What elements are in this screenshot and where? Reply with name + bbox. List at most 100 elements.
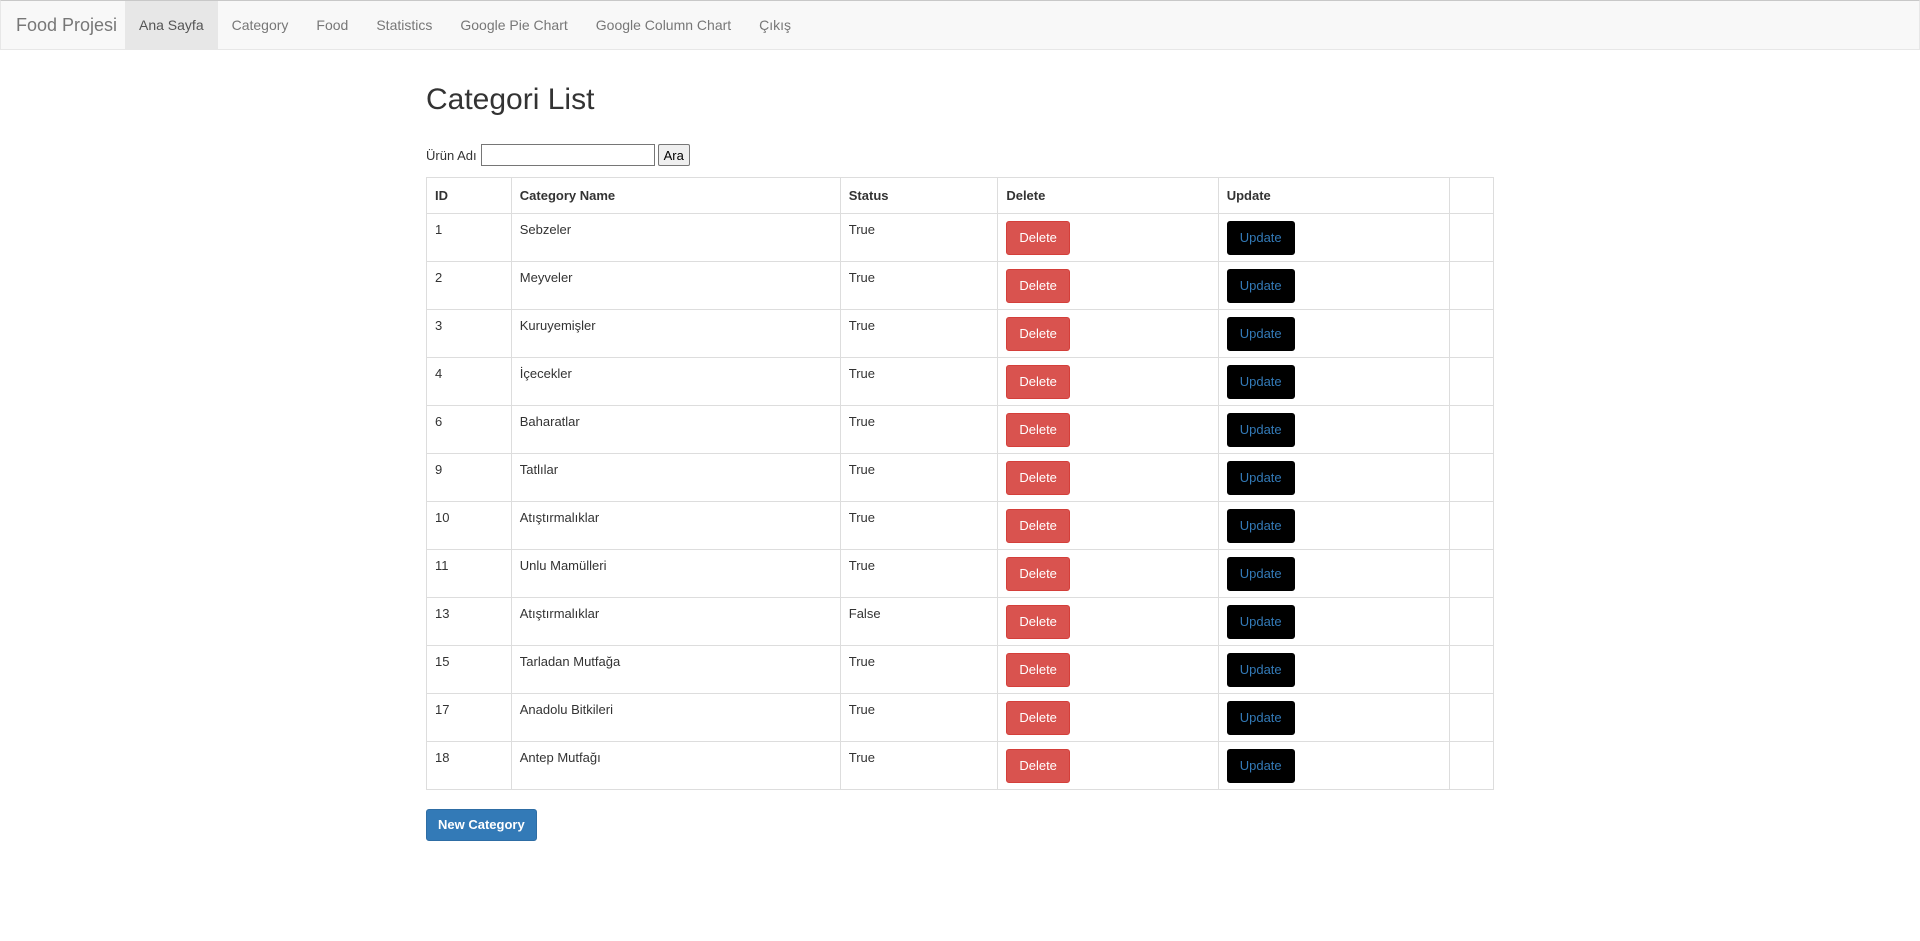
cell-update: Update bbox=[1217, 645, 1451, 694]
cell-id: 4 bbox=[426, 357, 512, 406]
cell-empty bbox=[1449, 501, 1494, 550]
cell-delete: Delete bbox=[997, 357, 1219, 406]
table-row: 1 Sebzeler True Delete Update bbox=[426, 213, 1494, 262]
cell-empty bbox=[1449, 309, 1494, 358]
search-label: Ürün Adı bbox=[426, 147, 477, 163]
delete-button[interactable]: Delete bbox=[1006, 269, 1070, 303]
update-button[interactable]: Update bbox=[1226, 509, 1295, 543]
cell-id: 11 bbox=[426, 549, 512, 598]
header-id: ID bbox=[426, 177, 512, 214]
nav-item-google-column-chart[interactable]: Google Column Chart bbox=[582, 1, 745, 49]
cell-update: Update bbox=[1217, 213, 1451, 262]
cell-delete: Delete bbox=[997, 645, 1219, 694]
header-update: Update bbox=[1217, 177, 1451, 214]
cell-delete: Delete bbox=[997, 213, 1219, 262]
cell-update: Update bbox=[1217, 549, 1451, 598]
cell-id: 9 bbox=[426, 453, 512, 502]
cell-status: False bbox=[839, 597, 999, 646]
cell-id: 17 bbox=[426, 693, 512, 742]
cell-id: 18 bbox=[426, 741, 512, 790]
table-row: 2 Meyveler True Delete Update bbox=[426, 261, 1494, 310]
cell-category-name: Baharatlar bbox=[510, 405, 841, 454]
delete-button[interactable]: Delete bbox=[1006, 701, 1070, 735]
table-row: 15 Tarladan Mutfağa True Delete Update bbox=[426, 645, 1494, 694]
table-header-row: ID Category Name Status Delete Update bbox=[426, 177, 1494, 214]
cell-category-name: Meyveler bbox=[510, 261, 841, 310]
cell-empty bbox=[1449, 549, 1494, 598]
table-row: 3 Kuruyemişler True Delete Update bbox=[426, 309, 1494, 358]
delete-button[interactable]: Delete bbox=[1006, 749, 1070, 783]
update-button[interactable]: Update bbox=[1226, 365, 1295, 399]
table-row: 6 Baharatlar True Delete Update bbox=[426, 405, 1494, 454]
cell-delete: Delete bbox=[997, 549, 1219, 598]
update-button[interactable]: Update bbox=[1226, 269, 1295, 303]
page-title: Categori List bbox=[426, 83, 595, 116]
update-button[interactable]: Update bbox=[1226, 557, 1295, 591]
cell-category-name: Antep Mutfağı bbox=[510, 741, 841, 790]
cell-delete: Delete bbox=[997, 309, 1219, 358]
cell-delete: Delete bbox=[997, 261, 1219, 310]
brand-link[interactable]: Food Projesi bbox=[16, 1, 117, 49]
update-button[interactable]: Update bbox=[1226, 221, 1295, 255]
delete-button[interactable]: Delete bbox=[1006, 509, 1070, 543]
cell-category-name: Tatlılar bbox=[510, 453, 841, 502]
search-form: Ürün Adı Ara bbox=[426, 144, 690, 166]
cell-empty bbox=[1449, 453, 1494, 502]
delete-button[interactable]: Delete bbox=[1006, 653, 1070, 687]
cell-status: True bbox=[839, 645, 999, 694]
update-button[interactable]: Update bbox=[1226, 605, 1295, 639]
cell-status: True bbox=[839, 357, 999, 406]
update-button[interactable]: Update bbox=[1226, 749, 1295, 783]
delete-button[interactable]: Delete bbox=[1006, 413, 1070, 447]
update-button[interactable]: Update bbox=[1226, 317, 1295, 351]
update-button[interactable]: Update bbox=[1226, 413, 1295, 447]
cell-category-name: Sebzeler bbox=[510, 213, 841, 262]
delete-button[interactable]: Delete bbox=[1006, 605, 1070, 639]
cell-status: True bbox=[839, 501, 999, 550]
table-row: 4 İçecekler True Delete Update bbox=[426, 357, 1494, 406]
delete-button[interactable]: Delete bbox=[1006, 221, 1070, 255]
search-input[interactable] bbox=[480, 144, 655, 166]
nav-item-ana-sayfa[interactable]: Ana Sayfa bbox=[125, 1, 218, 49]
update-button[interactable]: Update bbox=[1226, 701, 1295, 735]
cell-empty bbox=[1449, 357, 1494, 406]
cell-category-name: Anadolu Bitkileri bbox=[510, 693, 841, 742]
table-row: 10 Atıştırmalıklar True Delete Update bbox=[426, 501, 1494, 550]
delete-button[interactable]: Delete bbox=[1006, 365, 1070, 399]
update-button[interactable]: Update bbox=[1226, 653, 1295, 687]
cell-update: Update bbox=[1217, 693, 1451, 742]
table-body: 1 Sebzeler True Delete Update 2 Meyveler True De… bbox=[426, 213, 1494, 790]
cell-category-name: Kuruyemişler bbox=[510, 309, 841, 358]
cell-delete: Delete bbox=[997, 741, 1219, 790]
cell-status: True bbox=[839, 261, 999, 310]
nav-item-cikis[interactable]: Çıkış bbox=[745, 1, 805, 49]
cell-update: Update bbox=[1217, 309, 1451, 358]
nav-item-statistics[interactable]: Statistics bbox=[362, 1, 446, 49]
cell-update: Update bbox=[1217, 501, 1451, 550]
delete-button[interactable]: Delete bbox=[1006, 557, 1070, 591]
cell-delete: Delete bbox=[997, 501, 1219, 550]
top-navbar: Food Projesi Ana Sayfa Category Food Sta… bbox=[0, 0, 1920, 50]
header-delete: Delete bbox=[997, 177, 1219, 214]
cell-empty bbox=[1449, 213, 1494, 262]
update-button[interactable]: Update bbox=[1226, 461, 1295, 495]
cell-empty bbox=[1449, 597, 1494, 646]
cell-category-name: İçecekler bbox=[510, 357, 841, 406]
cell-update: Update bbox=[1217, 453, 1451, 502]
cell-empty bbox=[1449, 645, 1494, 694]
cell-update: Update bbox=[1217, 741, 1451, 790]
nav-item-category[interactable]: Category bbox=[218, 1, 303, 49]
new-category-button[interactable]: New Category bbox=[426, 809, 537, 841]
cell-status: True bbox=[839, 213, 999, 262]
header-category-name: Category Name bbox=[510, 177, 841, 214]
nav-item-google-pie-chart[interactable]: Google Pie Chart bbox=[446, 1, 581, 49]
delete-button[interactable]: Delete bbox=[1006, 317, 1070, 351]
cell-update: Update bbox=[1217, 597, 1451, 646]
cell-delete: Delete bbox=[997, 597, 1219, 646]
table-row: 11 Unlu Mamülleri True Delete Update bbox=[426, 549, 1494, 598]
search-button[interactable]: Ara bbox=[657, 144, 690, 166]
nav-item-food[interactable]: Food bbox=[302, 1, 362, 49]
cell-status: True bbox=[839, 405, 999, 454]
delete-button[interactable]: Delete bbox=[1006, 461, 1070, 495]
cell-id: 15 bbox=[426, 645, 512, 694]
